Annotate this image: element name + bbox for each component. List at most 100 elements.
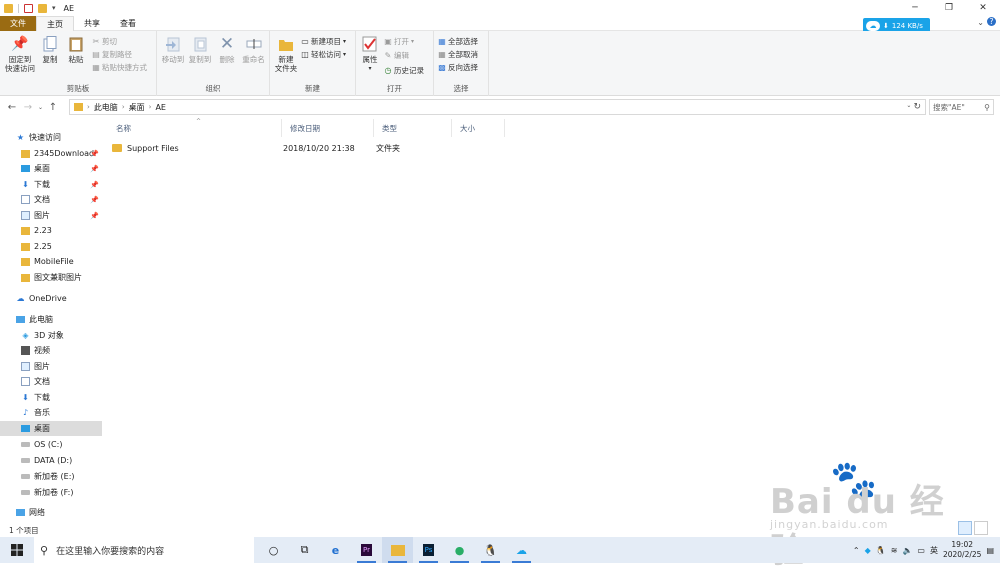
copy-path-button[interactable]: ▤ 复制路径	[92, 49, 132, 60]
search-input[interactable]: 搜索"AE" ⚲	[929, 99, 994, 115]
column-size[interactable]: 大小	[452, 119, 505, 137]
volume-icon[interactable]: 🔈	[902, 546, 912, 555]
nav-quick-access[interactable]: ★ 快速访问	[0, 130, 102, 145]
easy-access-button[interactable]: ◫ 轻松访问 ▾	[301, 49, 346, 60]
nav-item-2-25[interactable]: 2.25	[0, 239, 102, 254]
rename-label: 重命名	[242, 55, 265, 64]
paste-shortcut-button[interactable]: ▦ 粘贴快捷方式	[92, 62, 147, 73]
close-button[interactable]: ✕	[966, 0, 1000, 16]
show-hidden-icons-icon[interactable]: ⌃	[853, 546, 860, 555]
breadcrumb-this-pc[interactable]: 此电脑	[94, 102, 118, 113]
start-button[interactable]	[0, 537, 34, 563]
column-type[interactable]: 类型	[374, 119, 452, 137]
premiere-icon[interactable]: Pr	[351, 537, 382, 563]
netdisk-tray-icon[interactable]: ◆	[865, 546, 871, 555]
table-row[interactable]: Support Files 2018/10/20 21:38 文件夹	[112, 140, 454, 156]
invert-selection-button[interactable]: ▩ 反向选择	[438, 62, 478, 73]
move-to-button[interactable]: 移动到	[160, 35, 186, 64]
chevron-right-icon[interactable]: ›	[87, 103, 90, 111]
open-button[interactable]: ▣ 打开 ▾	[384, 36, 414, 47]
nav-this-pc[interactable]: 此电脑	[0, 312, 102, 327]
minimize-button[interactable]: ─	[898, 0, 932, 16]
copy-to-button[interactable]: 复制到	[187, 35, 213, 64]
collapse-ribbon-icon[interactable]: ⌄	[977, 18, 984, 27]
forward-button[interactable]: →	[20, 99, 36, 115]
address-history-icon[interactable]: ⌄	[906, 102, 911, 112]
recent-locations-button[interactable]: ⌄	[36, 99, 45, 115]
nav-item-drive-e[interactable]: 新加卷 (E:)	[0, 469, 102, 484]
tab-home[interactable]: 主页	[36, 16, 74, 31]
select-none-button[interactable]: ▦ 全部取消	[438, 49, 478, 60]
nav-onedrive[interactable]: ☁ OneDrive	[0, 291, 102, 306]
clock[interactable]: 19:02 2020/2/25	[943, 540, 981, 560]
properties-button[interactable]: 属性 ▾	[360, 35, 380, 73]
nav-item-2-23[interactable]: 2.23	[0, 223, 102, 238]
maximize-button[interactable]: ❐	[932, 0, 966, 16]
photoshop-icon[interactable]: Ps	[413, 537, 444, 563]
nav-item-3d-objects[interactable]: ◈ 3D 对象	[0, 328, 102, 343]
nav-item-desktop[interactable]: 桌面 📌	[0, 161, 102, 176]
nav-item-documents-pc[interactable]: 文档	[0, 374, 102, 389]
ime-indicator[interactable]: 英	[930, 545, 938, 556]
nav-item-2345download[interactable]: 2345Download 📌	[0, 146, 102, 161]
nav-item-drive-d[interactable]: DATA (D:)	[0, 453, 102, 468]
properties-icon[interactable]	[24, 3, 33, 13]
address-box[interactable]: › 此电脑 › 桌面 › AE ⌄ ↻	[69, 99, 926, 115]
cut-button[interactable]: ✂ 剪切	[92, 36, 117, 47]
qq-icon[interactable]: 🐧	[475, 537, 506, 563]
file-explorer-icon[interactable]	[382, 537, 413, 563]
details-view-button[interactable]	[958, 521, 972, 535]
cortana-button[interactable]: ○	[258, 537, 289, 563]
task-view-button[interactable]: ⧉	[289, 537, 320, 563]
nav-item-desktop-pc[interactable]: 桌面	[0, 421, 102, 436]
nav-item-mobilefile[interactable]: MobileFile	[0, 254, 102, 269]
history-button[interactable]: ◷ 历史记录	[384, 65, 425, 76]
nav-item-downloads[interactable]: ⬇ 下载 📌	[0, 177, 102, 192]
nav-item-pictures-pc[interactable]: 图片	[0, 359, 102, 374]
paste-button[interactable]: 粘贴	[66, 35, 86, 64]
new-folder-icon[interactable]	[38, 3, 47, 13]
large-icons-view-button[interactable]	[974, 521, 988, 535]
pin-quick-access-button[interactable]: 📌 固定到 快速访问	[4, 35, 36, 74]
notifications-icon[interactable]: ▤	[986, 546, 994, 555]
wechat-icon[interactable]: ●	[444, 537, 475, 563]
nav-item-downloads-pc[interactable]: ⬇ 下载	[0, 390, 102, 405]
battery-icon[interactable]: ▭	[917, 546, 925, 555]
chevron-right-icon[interactable]: ›	[149, 103, 152, 111]
edge-icon[interactable]: e	[320, 537, 351, 563]
delete-button[interactable]: ✕ 删除	[218, 35, 236, 64]
nav-item-music[interactable]: ♪ 音乐	[0, 405, 102, 420]
nav-item-videos[interactable]: 视频	[0, 343, 102, 358]
taskbar-search-input[interactable]: ⚲ 在这里输入你要搜索的内容	[34, 537, 254, 563]
nav-network[interactable]: 网络	[0, 505, 102, 520]
nav-item-pictures[interactable]: 图片 📌	[0, 208, 102, 223]
pin-icon: 📌	[90, 149, 99, 158]
qq-tray-icon[interactable]: 🐧	[876, 546, 886, 555]
new-item-button[interactable]: ▭ 新建项目 ▾	[301, 36, 346, 47]
tab-view[interactable]: 查看	[110, 16, 146, 31]
up-button[interactable]: ↑	[45, 99, 61, 115]
breadcrumb-desktop[interactable]: 桌面	[129, 102, 145, 113]
copy-button[interactable]: 复制	[40, 35, 60, 64]
tab-file[interactable]: 文件	[0, 16, 36, 31]
refresh-icon[interactable]: ↻	[913, 102, 921, 112]
tab-share[interactable]: 共享	[74, 16, 110, 31]
help-icon[interactable]: ?	[987, 17, 996, 26]
nav-item-label: 桌面	[34, 164, 50, 173]
select-all-button[interactable]: ▦ 全部选择	[438, 36, 478, 47]
chevron-right-icon[interactable]: ›	[122, 103, 125, 111]
column-name[interactable]: 名称 ^	[108, 118, 282, 137]
nav-item-drive-c[interactable]: OS (C:)	[0, 437, 102, 452]
edit-button[interactable]: ✎ 编辑	[384, 50, 409, 61]
nav-item-drive-f[interactable]: 新加卷 (F:)	[0, 485, 102, 500]
rename-button[interactable]: 重命名	[240, 35, 267, 64]
baidu-netdisk-icon[interactable]: ☁	[506, 537, 537, 563]
column-modified[interactable]: 修改日期	[282, 119, 374, 137]
new-folder-button[interactable]: 新建 文件夹	[272, 35, 300, 73]
back-button[interactable]: ←	[4, 99, 20, 115]
wifi-icon[interactable]: ≋	[891, 546, 898, 555]
customize-dropdown-icon[interactable]: ▾	[52, 4, 56, 12]
nav-item-documents[interactable]: 文档 📌	[0, 192, 102, 207]
nav-item-images[interactable]: 图文兼职图片	[0, 270, 102, 285]
breadcrumb-ae[interactable]: AE	[155, 103, 166, 112]
